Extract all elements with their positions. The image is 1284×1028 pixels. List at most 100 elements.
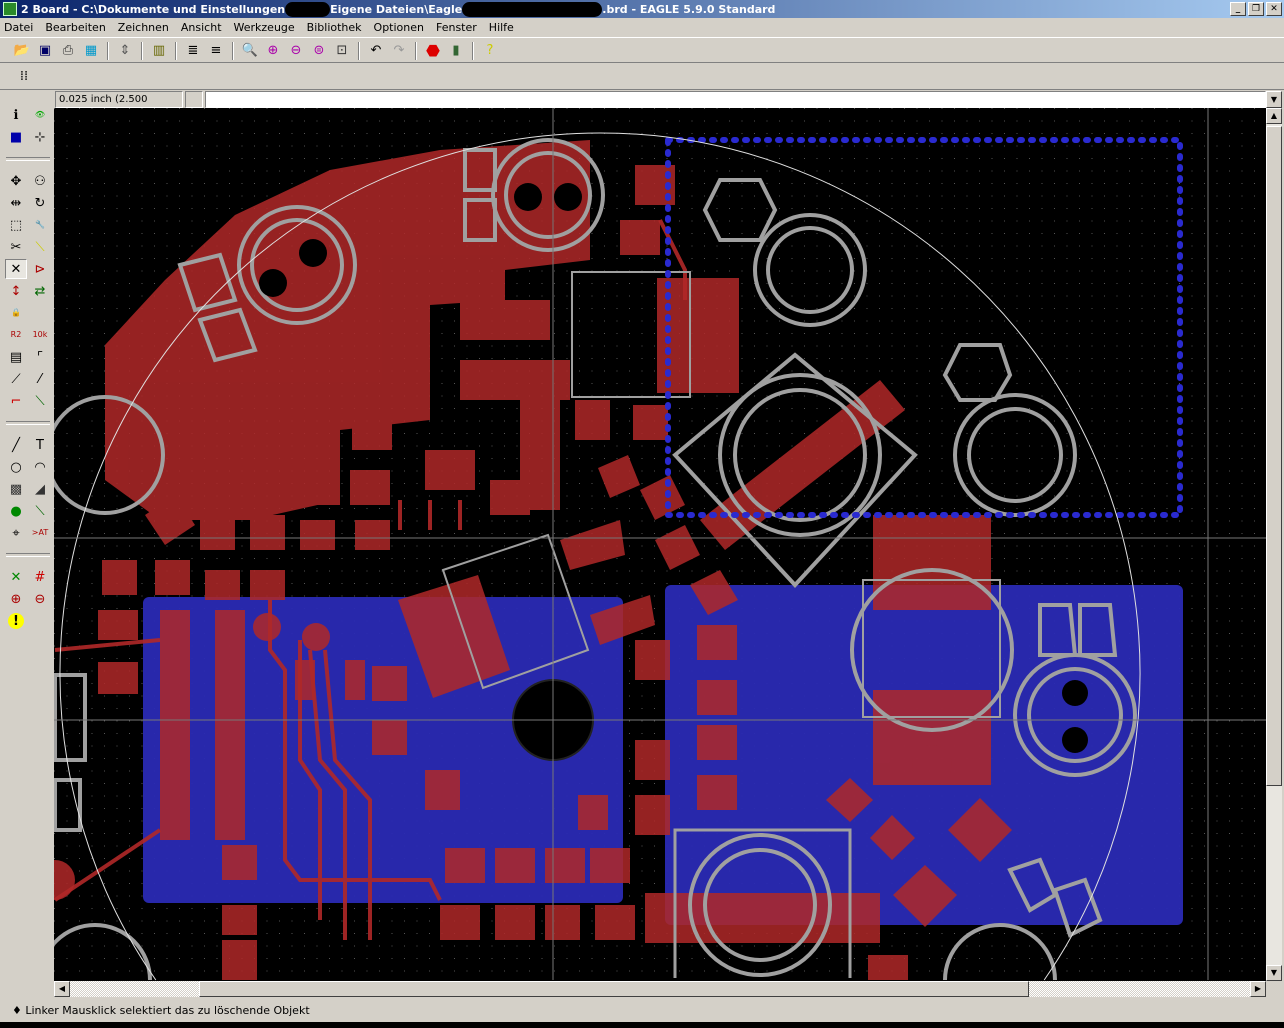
scroll-left-button[interactable]: ◀ [54,981,70,997]
zoom-in-icon[interactable]: ⊕ [263,41,283,61]
title-part: .brd - EAGLE 5.9.0 Standard [602,2,776,16]
rotate-icon[interactable]: ↻ [29,193,51,213]
mark-icon[interactable]: ⊹ [29,127,51,147]
polygon-icon[interactable]: ◢ [29,479,51,499]
split-icon[interactable]: ⟋ [5,369,27,389]
hole-icon[interactable]: ⌖ [5,523,27,543]
zoom-out-icon[interactable]: ⊖ [286,41,306,61]
name-icon[interactable]: R2 [5,325,27,345]
go-icon[interactable]: ▮ [446,41,466,61]
print-icon[interactable]: ⎙ [58,41,78,61]
undo-icon[interactable]: ↶ [366,41,386,61]
toolbox-separator [6,157,50,161]
menu-zeichnen[interactable]: Zeichnen [118,21,169,34]
status-message: Linker Mausklick selektiert das zu lösch… [25,1004,310,1017]
stop-icon[interactable]: ⬣ [423,41,443,61]
menu-hilfe[interactable]: Hilfe [489,21,514,34]
ratsnest-icon[interactable]: ✕ [5,567,27,587]
redraw-icon[interactable]: ⊜ [309,41,329,61]
wire-icon[interactable]: ╱ [5,435,27,455]
lock-icon[interactable]: 🔒 [5,303,27,323]
move-icon[interactable]: ✥ [5,171,27,191]
signal-icon[interactable]: ⟍ [29,501,51,521]
route-icon[interactable]: ⌐ [5,391,27,411]
pinswap-icon[interactable]: ↕ [5,281,27,301]
toolbar-separator [107,41,109,60]
paste-icon[interactable]: ⟍ [29,237,51,257]
title-part: 2 Board - C:\Dokumente und Einstellungen [21,2,286,16]
menu-ansicht[interactable]: Ansicht [181,21,222,34]
title-bar: 2 Board - C:\Dokumente und Einstellungen… [0,0,1284,18]
optimize-icon[interactable]: ⁄ [29,369,51,389]
mirror-icon[interactable]: ⇹ [5,193,27,213]
help-icon[interactable]: ? [480,41,500,61]
tool-palette: ℹ 👁 ■ ⊹ ✥ ⚇ ⇹ ↻ ⬚ 🔧 ✂ ⟍ ✕ ⊳ ↕ ⇄ 🔒 R2 10k ▤ ⌜ ⟋ ⁄ ⌐ ⟍ ╱ T ○ ◠ ▩ ◢ ● ⟍ ⌖ >AT… [4,104,52,632]
toolbox-separator [6,553,50,557]
via-icon[interactable]: ● [5,501,27,521]
command-input[interactable] [205,91,1266,108]
menu-fenster[interactable]: Fenster [436,21,477,34]
grid-icon[interactable]: ⁞⁞ [14,67,34,87]
miter-icon[interactable]: ⌜ [29,347,51,367]
copy-icon[interactable]: ⚇ [29,171,51,191]
circle-icon[interactable]: ○ [5,457,27,477]
board-canvas[interactable] [54,108,1266,981]
command-history-dropdown[interactable]: ▼ [1266,91,1282,108]
save-icon[interactable]: ▣ [35,41,55,61]
arc-icon[interactable]: ◠ [29,457,51,477]
delete-icon[interactable]: ✕ [5,259,27,279]
redo-icon[interactable]: ↷ [389,41,409,61]
menu-optionen[interactable]: Optionen [374,21,424,34]
display-icon[interactable]: ■ [5,127,27,147]
errors-icon[interactable]: ! [8,613,24,629]
status-bullet-icon: ♦ [12,1004,26,1017]
add-icon[interactable]: ⊳ [29,259,51,279]
erc-icon[interactable]: ⊕ [5,589,27,609]
toolbar-separator [358,41,360,60]
info-icon[interactable]: ℹ [5,105,27,125]
show-icon[interactable]: 👁 [29,105,51,125]
title-part: Eigene Dateien\Eagle [330,2,463,16]
menu-bar: Datei Bearbeiten Zeichnen Ansicht Werkzeuge B… [0,18,1284,38]
menu-bearbeiten[interactable]: Bearbeiten [45,21,105,34]
library-icon[interactable]: ▥ [149,41,169,61]
smash-icon[interactable]: ▤ [5,347,27,367]
toolbar-separator [415,41,417,60]
menu-bibliothek[interactable]: Bibliothek [307,21,362,34]
attribute-icon[interactable]: >AT [29,523,51,543]
replace-icon[interactable]: ⇄ [29,281,51,301]
cam-icon[interactable]: ▦ [81,41,101,61]
restore-button[interactable]: ❐ [1248,2,1264,16]
horizontal-scroll-thumb[interactable] [199,981,1029,997]
zoom-select-icon[interactable]: ⊡ [332,41,352,61]
menu-datei[interactable]: Datei [4,21,33,34]
zoom-fit-icon[interactable]: 🔍 [240,41,260,61]
coordinate-display: 0.025 inch (2.500 1.550) [55,91,183,120]
rect-icon[interactable]: ▩ [5,479,27,499]
pcb-drawing [54,108,1266,981]
autorouter-icon[interactable]: # [29,567,51,587]
status-bar: ♦ Linker Mausklick selektiert das zu lös… [0,1000,1284,1022]
value-icon[interactable]: 10k [29,325,51,345]
change-icon[interactable]: 🔧 [29,215,51,235]
vertical-scroll-thumb[interactable] [1266,126,1282,786]
scroll-right-button[interactable]: ▶ [1250,981,1266,997]
horizontal-scrollbar[interactable]: ◀ ▶ [54,981,1266,997]
minimize-button[interactable]: _ [1230,2,1246,16]
toolbar-separator [141,41,143,60]
close-button[interactable]: ✕ [1266,2,1282,16]
cut-icon[interactable]: ✂ [5,237,27,257]
scroll-up-button[interactable]: ▲ [1266,108,1282,124]
open-icon[interactable]: 📂 [12,41,32,61]
drc-icon[interactable]: ⊖ [29,589,51,609]
ulp-icon[interactable]: ≡ [206,41,226,61]
text-icon[interactable]: T [29,435,51,455]
ripup-icon[interactable]: ⟍ [29,391,51,411]
scroll-down-button[interactable]: ▼ [1266,965,1282,981]
script-icon[interactable]: ≣ [183,41,203,61]
toolbar-separator [175,41,177,60]
switch-schematic-icon[interactable]: ⇕ [115,41,135,61]
menu-werkzeuge[interactable]: Werkzeuge [234,21,295,34]
vertical-scrollbar[interactable]: ▲ ▼ [1266,108,1282,981]
group-icon[interactable]: ⬚ [5,215,27,235]
